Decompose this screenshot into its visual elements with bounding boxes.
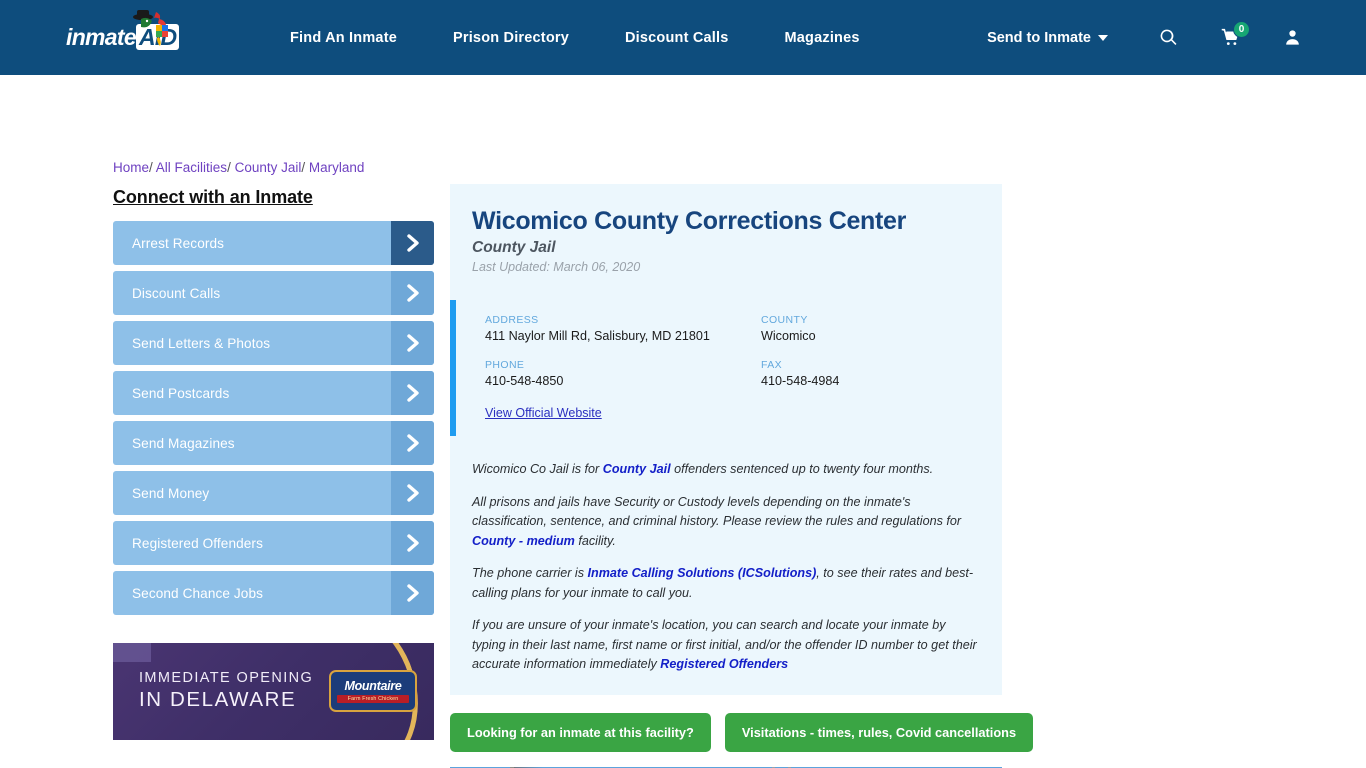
fax-field: FAX 410-548-4984 [761,359,1002,388]
chevron-right-icon [391,221,434,265]
sidebar-item-label: Registered Offenders [132,535,263,551]
sidebar-item-arrest-records[interactable]: Arrest Records [113,221,434,265]
chevron-right-icon [391,271,434,315]
ad-line-2: IN DELAWARE [139,688,297,711]
breadcrumb-separator-1: / [149,160,153,175]
nav-item-prison-directory[interactable]: Prison Directory [425,30,597,46]
phone-carrier-link[interactable]: Inmate Calling Solutions (ICSolutions) [588,566,817,580]
fax-value: 410-548-4984 [761,374,840,388]
header-actions: Send to Inmate 0 [987,0,1366,75]
main-navigation: Find An Inmate Prison Directory Discount… [262,30,888,46]
ad-logo-name: Mountaire [344,679,402,693]
sidebar-item-label: Send Letters & Photos [132,335,271,351]
main-content: Wicomico County Corrections Center Count… [450,184,1034,768]
address-label: ADDRESS [485,314,539,326]
chevron-right-icon [391,571,434,615]
ad-advertiser-logo: Mountaire Farm Fresh Chicken [329,670,417,712]
description-paragraph-2: All prisons and jails have Security or C… [472,493,980,552]
sidebar-item-send-magazines[interactable]: Send Magazines [113,421,434,465]
advertisement-banner[interactable]: IMMEDIATE OPENING IN DELAWARE Mountaire … [113,643,434,740]
sidebar-item-label: Send Postcards [132,385,230,401]
breadcrumb-item-county-jail[interactable]: County Jail [235,160,302,175]
address-value: 411 Naylor Mill Rd, Salisbury, MD 21801 [485,329,710,343]
county-label: COUNTY [761,314,808,326]
description-paragraph-3: The phone carrier is Inmate Calling Solu… [472,564,980,603]
facility-card: Wicomico County Corrections Center Count… [450,184,1002,695]
sidebar-item-send-postcards[interactable]: Send Postcards [113,371,434,415]
user-icon[interactable] [1270,16,1314,60]
rooster-mascot-icon [133,9,168,46]
ad-text: IMMEDIATE OPENING IN DELAWARE [139,670,313,712]
breadcrumb-item-home[interactable]: Home [113,160,149,175]
sidebar-item-label: Discount Calls [132,285,221,301]
description-paragraph-1: Wicomico Co Jail is for County Jail offe… [472,460,980,480]
site-logo[interactable]: inmate AID [66,9,198,61]
cart-count-badge: 0 [1233,20,1250,38]
description-paragraph-4: If you are unsure of your inmate's locat… [472,616,980,675]
action-buttons: Looking for an inmate at this facility? … [450,712,1034,752]
site-header: inmate AID Find An Inmate Prison Director… [0,0,1366,75]
facility-description: Wicomico Co Jail is for County Jail offe… [450,436,1002,675]
address-field: ADDRESS 411 Naylor Mill Rd, Salisbury, M… [485,314,761,343]
sidebar-title: Connect with an Inmate [113,187,313,207]
breadcrumb: Home/ All Facilities/ County Jail/ Maryl… [113,160,364,175]
facility-info-block: ADDRESS 411 Naylor Mill Rd, Salisbury, M… [450,300,1002,436]
county-jail-link[interactable]: County Jail [603,462,671,476]
nav-item-magazines[interactable]: Magazines [757,30,888,46]
desc-text: facility. [574,533,616,548]
phone-value: 410-548-4850 [485,374,564,388]
find-inmate-button[interactable]: Looking for an inmate at this facility? [450,712,711,752]
phone-field: PHONE 410-548-4850 [485,359,761,388]
phone-label: PHONE [485,359,525,371]
ad-line-1: IMMEDIATE OPENING [139,670,314,686]
sidebar-item-second-chance-jobs[interactable]: Second Chance Jobs [113,571,434,615]
sidebar-item-label: Second Chance Jobs [132,585,264,601]
desc-text: Wicomico Co Jail is for [472,462,603,476]
send-to-inmate-dropdown[interactable]: Send to Inmate [987,30,1146,46]
registered-offenders-link[interactable]: Registered Offenders [660,657,788,671]
send-to-inmate-label: Send to Inmate [987,29,1091,46]
ad-corner-decoration [113,643,151,662]
breadcrumb-item-all-facilities[interactable]: All Facilities [156,160,227,175]
breadcrumb-separator-2: / [227,160,231,175]
county-value: Wicomico [761,329,816,343]
ad-logo-tagline: Farm Fresh Chicken [337,695,409,703]
county-medium-link[interactable]: County - medium [472,534,575,548]
page-title: Wicomico County Corrections Center [472,207,907,235]
chevron-down-icon [1098,34,1108,41]
chevron-right-icon [391,321,434,365]
breadcrumb-separator-3: / [301,160,306,175]
cart-icon[interactable]: 0 [1208,16,1252,60]
chevron-right-icon [391,421,434,465]
fax-label: FAX [761,359,783,371]
sidebar: Connect with an Inmate Arrest Records Di… [113,187,434,621]
visitations-button[interactable]: Visitations - times, rules, Covid cancel… [724,712,1034,752]
view-official-website-link[interactable]: View Official Website [485,406,602,420]
sidebar-item-send-letters-photos[interactable]: Send Letters & Photos [113,321,434,365]
sidebar-item-label: Send Magazines [132,435,235,451]
facility-type: County Jail [472,239,556,256]
desc-text: The phone carrier is [472,566,588,581]
sidebar-item-label: Arrest Records [132,235,225,251]
desc-text: All prisons and jails have Security or C… [472,494,962,529]
nav-item-discount-calls[interactable]: Discount Calls [597,30,757,46]
desc-text: offenders sentenced up to twenty four mo… [670,462,934,476]
sidebar-item-send-money[interactable]: Send Money [113,471,434,515]
chevron-right-icon [391,521,434,565]
sidebar-item-label: Send Money [132,485,210,501]
breadcrumb-item-maryland[interactable]: Maryland [309,160,365,175]
nav-item-find-an-inmate[interactable]: Find An Inmate [262,30,425,46]
last-updated: Last Updated: March 06, 2020 [472,260,641,274]
search-icon[interactable] [1146,16,1190,60]
chevron-right-icon [391,371,434,415]
sidebar-item-registered-offenders[interactable]: Registered Offenders [113,521,434,565]
sidebar-item-discount-calls[interactable]: Discount Calls [113,271,434,315]
chevron-right-icon [391,471,434,515]
county-field: COUNTY Wicomico [761,314,1002,343]
facility-info-grid: ADDRESS 411 Naylor Mill Rd, Salisbury, M… [485,314,1002,388]
